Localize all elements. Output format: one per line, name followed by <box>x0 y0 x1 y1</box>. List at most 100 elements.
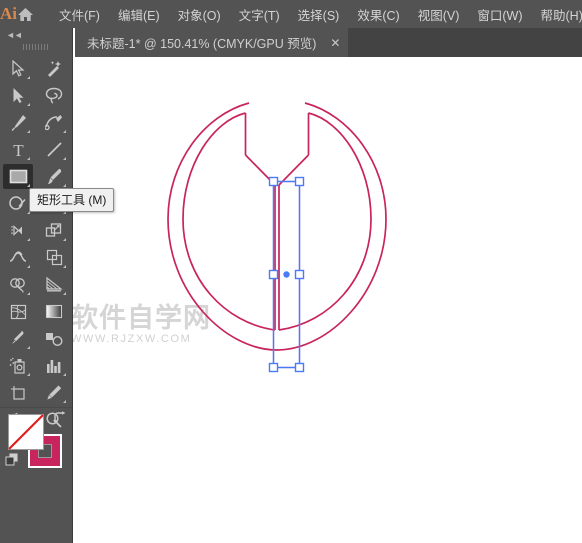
collapse-panel-icon[interactable]: ◄◄ <box>0 28 72 41</box>
selection-tool-icon <box>3 56 33 81</box>
flyout-indicator <box>27 76 30 79</box>
tool-rotate[interactable] <box>0 217 36 244</box>
tool-selection[interactable] <box>0 55 36 82</box>
tool-shape-builder[interactable] <box>0 271 36 298</box>
default-fill-stroke-icon[interactable] <box>5 452 19 466</box>
tool-rectangle[interactable] <box>0 163 36 190</box>
app-logo: Ai <box>0 4 17 23</box>
rotate-tool-icon <box>3 218 33 243</box>
flyout-indicator <box>27 292 30 295</box>
close-icon[interactable]: ✕ <box>330 37 340 49</box>
menu-item-list: 文件(F) 编辑(E) 对象(O) 文字(T) 选择(S) 效果(C) 视图(V… <box>50 1 582 28</box>
menu-file[interactable]: 文件(F) <box>50 1 109 28</box>
tools-panel: ◄◄ T <box>0 28 73 543</box>
menu-object[interactable]: 对象(O) <box>169 1 230 28</box>
tool-paintbrush[interactable] <box>36 163 72 190</box>
flyout-indicator <box>27 346 30 349</box>
tool-eyedropper[interactable] <box>0 325 36 352</box>
tool-lasso[interactable] <box>36 82 72 109</box>
menu-select[interactable]: 选择(S) <box>289 1 349 28</box>
symbol-sprayer-tool-icon <box>3 353 33 378</box>
flyout-indicator <box>27 265 30 268</box>
flyout-indicator <box>63 373 66 376</box>
mesh-tool-icon <box>3 299 33 324</box>
tool-width[interactable] <box>0 244 36 271</box>
tool-symbol-sprayer[interactable] <box>0 352 36 379</box>
menu-bar: Ai 文件(F) 编辑(E) 对象(O) 文字(T) 选择(S) 效果(C) 视… <box>0 0 582 28</box>
shape-builder-tool-icon <box>3 272 33 297</box>
eyedropper-tool-icon <box>3 326 33 351</box>
document-canvas[interactable]: 软件自学网 WWW.RJZXW.COM <box>73 57 582 543</box>
type-tool-icon: T <box>3 137 33 162</box>
magic-wand-tool-icon <box>39 56 69 81</box>
flyout-indicator <box>27 130 30 133</box>
lasso-tool-icon <box>39 83 69 108</box>
document-tab[interactable]: 未标题-1* @ 150.41% (CMYK/GPU 预览) ✕ <box>75 28 349 57</box>
gradient-tool-icon <box>39 299 69 324</box>
artboard-tool-icon <box>3 380 33 405</box>
menu-help[interactable]: 帮助(H) <box>532 1 582 28</box>
pen-tool-icon <box>3 110 33 135</box>
svg-text:T: T <box>13 141 24 158</box>
illustrator-window: Ai 文件(F) 编辑(E) 对象(O) 文字(T) 选择(S) 效果(C) 视… <box>0 0 582 543</box>
menu-view[interactable]: 视图(V) <box>409 1 469 28</box>
fill-stroke-controls <box>0 408 72 470</box>
perspective-grid-tool-icon <box>39 272 69 297</box>
panel-drag-grip[interactable] <box>0 41 72 53</box>
tool-tooltip: 矩形工具 (M) <box>29 188 115 212</box>
tool-curvature[interactable] <box>36 109 72 136</box>
tool-gradient[interactable] <box>36 298 72 325</box>
flyout-indicator <box>63 184 66 187</box>
column-graph-tool-icon <box>39 353 69 378</box>
menu-window[interactable]: 窗口(W) <box>468 1 531 28</box>
tool-perspective-grid[interactable] <box>36 271 72 298</box>
home-icon[interactable] <box>17 0 34 28</box>
home-icon-svg <box>18 7 33 21</box>
flyout-indicator <box>63 130 66 133</box>
tool-column-graph[interactable] <box>36 352 72 379</box>
flyout-indicator <box>63 292 66 295</box>
tool-grid: T <box>0 53 72 433</box>
line-segment-tool-icon <box>39 137 69 162</box>
direct-selection-tool-icon <box>3 83 33 108</box>
tool-blend[interactable] <box>36 325 72 352</box>
flyout-indicator <box>63 238 66 241</box>
flyout-indicator <box>27 103 30 106</box>
paintbrush-tool-icon <box>39 164 69 189</box>
document-tab-title: 未标题-1* @ 150.41% (CMYK/GPU 预览) <box>87 37 317 51</box>
free-transform-tool-icon <box>39 245 69 270</box>
flyout-indicator <box>63 400 66 403</box>
flyout-indicator <box>27 238 30 241</box>
slice-tool-icon <box>39 380 69 405</box>
width-tool-icon <box>3 245 33 270</box>
swap-fill-stroke-icon[interactable] <box>52 411 66 425</box>
flyout-indicator <box>27 373 30 376</box>
tool-scale[interactable] <box>36 217 72 244</box>
menu-type[interactable]: 文字(T) <box>230 1 289 28</box>
flyout-indicator <box>27 184 30 187</box>
selected-rectangle[interactable] <box>73 57 582 543</box>
flyout-indicator <box>63 265 66 268</box>
flyout-indicator <box>63 157 66 160</box>
tool-mesh[interactable] <box>0 298 36 325</box>
panel-drag-grip-lines <box>23 44 49 50</box>
tool-pen[interactable] <box>0 109 36 136</box>
tool-line-segment[interactable] <box>36 136 72 163</box>
scale-tool-icon <box>39 218 69 243</box>
curvature-tool-icon <box>39 110 69 135</box>
fill-color-swatch[interactable] <box>8 414 44 450</box>
rectangle-tool-icon <box>3 164 33 189</box>
tool-direct-selection[interactable] <box>0 82 36 109</box>
blend-tool-icon <box>39 326 69 351</box>
tool-magic-wand[interactable] <box>36 55 72 82</box>
menu-effect[interactable]: 效果(C) <box>348 1 408 28</box>
tool-type[interactable]: T <box>0 136 36 163</box>
flyout-indicator <box>27 157 30 160</box>
tool-free-transform[interactable] <box>36 244 72 271</box>
document-tab-bar: 未标题-1* @ 150.41% (CMYK/GPU 预览) ✕ <box>75 28 582 57</box>
tool-slice[interactable] <box>36 379 72 406</box>
color-controls <box>0 407 72 470</box>
tool-artboard[interactable] <box>0 379 36 406</box>
menu-edit[interactable]: 编辑(E) <box>109 1 169 28</box>
none-slash-icon <box>8 414 44 450</box>
